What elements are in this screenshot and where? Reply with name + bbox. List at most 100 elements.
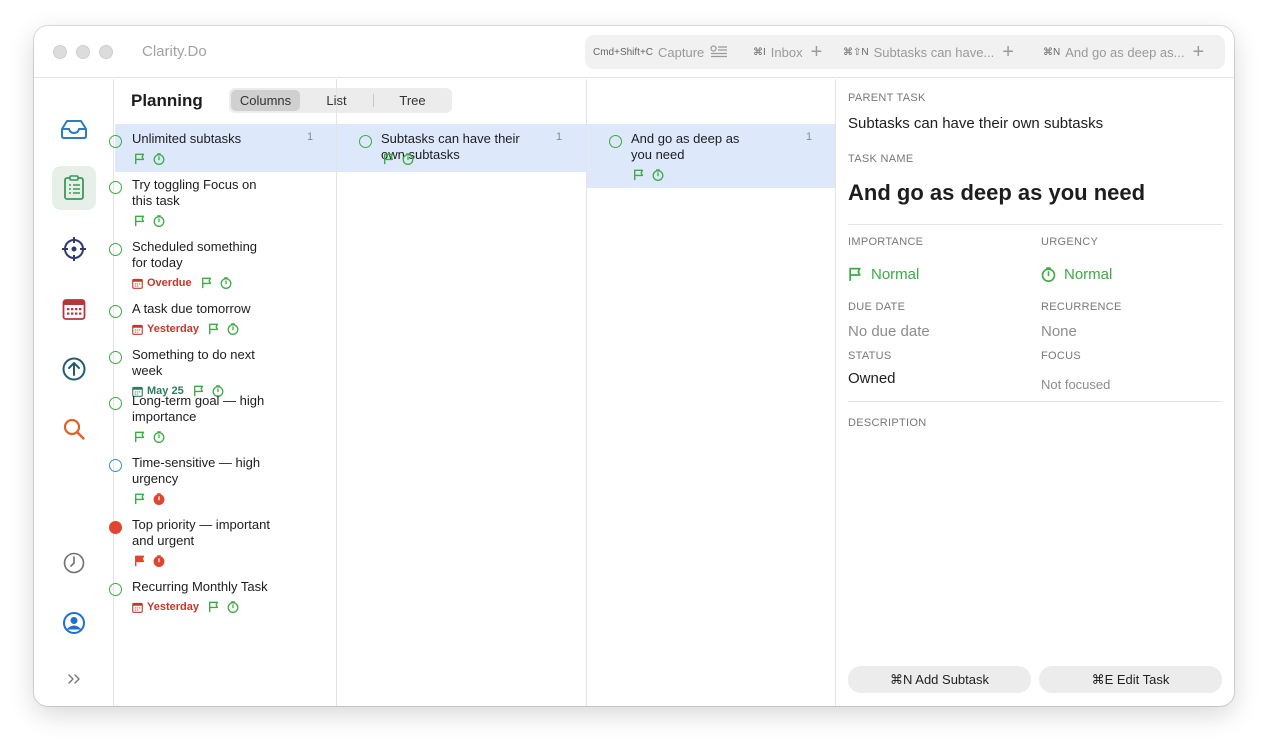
task-row[interactable]: Top priority — important and urgent — [109, 510, 336, 574]
importance-label: IMPORTANCE — [848, 236, 924, 248]
edit-task-button[interactable]: ⌘E Edit Task — [1039, 666, 1222, 693]
chevrons-right-icon — [68, 674, 80, 684]
sidebar-item-inbox[interactable] — [52, 107, 96, 151]
due-date-text: Yesterday — [147, 323, 199, 335]
parent-task-value[interactable]: Subtasks can have their own subtasks — [848, 115, 1103, 132]
status-label: STATUS — [848, 350, 892, 362]
importance-value[interactable]: Normal — [848, 266, 919, 283]
plus-icon[interactable]: + — [1002, 42, 1014, 62]
timer-icon — [153, 493, 165, 505]
view-tree-button[interactable]: Tree — [375, 90, 450, 111]
timer-icon — [153, 555, 165, 567]
task-status-circle[interactable] — [109, 135, 122, 148]
capture-list-icon — [710, 45, 728, 58]
task-row[interactable]: Subtasks can have their own subtasks 1 — [337, 124, 586, 172]
plus-icon[interactable]: + — [1193, 42, 1205, 62]
zoom-window-button[interactable] — [99, 45, 113, 59]
task-title: And go as deep as you need — [631, 131, 740, 162]
task-title: Something to do next week — [132, 347, 255, 378]
crosshair-icon — [62, 237, 86, 261]
task-row[interactable]: Try toggling Focus on this task — [109, 170, 336, 234]
task-row[interactable]: Time-sensitive — high urgency — [109, 448, 336, 512]
flag-icon — [208, 601, 220, 613]
minimize-window-button[interactable] — [76, 45, 90, 59]
task-status-circle[interactable] — [109, 397, 122, 410]
task-meta — [134, 153, 172, 165]
task-row[interactable]: Recurring Monthly Task Yesterday — [109, 572, 336, 620]
task-status-circle[interactable] — [109, 181, 122, 194]
task-title: Recurring Monthly Task — [132, 579, 268, 594]
task-status-circle[interactable] — [609, 135, 622, 148]
task-row[interactable]: Long-term goal — high importance — [109, 386, 336, 450]
calendar-icon — [132, 278, 147, 289]
task-status-circle[interactable] — [109, 243, 122, 256]
plus-icon[interactable]: + — [811, 42, 823, 62]
task-meta — [633, 169, 671, 181]
sidebar-item-upcoming[interactable] — [52, 347, 96, 391]
task-name-value[interactable]: And go as deep as you need — [848, 180, 1145, 206]
sidebar-item-focus[interactable] — [52, 227, 96, 271]
task-status-circle[interactable] — [359, 135, 372, 148]
tab-deep[interactable]: ⌘N And go as deep as... + — [1043, 35, 1204, 69]
view-columns-button[interactable]: Columns — [231, 90, 300, 111]
flag-icon — [134, 153, 146, 165]
app-window: Clarity.Do Cmd+Shift+C Capture ⌘I Inbox … — [34, 26, 1234, 706]
column-divider — [336, 79, 337, 706]
tab-subtasks[interactable]: ⌘⇧N Subtasks can have... + — [843, 35, 1014, 69]
status-value[interactable]: Owned — [848, 370, 896, 387]
search-icon — [63, 418, 85, 440]
due-date-value[interactable]: No due date — [848, 323, 930, 340]
task-status-circle[interactable] — [109, 459, 122, 472]
task-row[interactable]: And go as deep as you need 1 — [587, 124, 835, 188]
arrow-up-circle-icon — [62, 357, 86, 381]
task-row[interactable]: Scheduled something for today Overdue — [109, 232, 336, 296]
parent-task-label: PARENT TASK — [848, 92, 926, 104]
tab-bar: Cmd+Shift+C Capture ⌘I Inbox + ⌘⇧N Subta… — [585, 35, 1225, 69]
recurrence-label: RECURRENCE — [1041, 301, 1122, 313]
divider — [848, 401, 1222, 402]
task-detail-panel: PARENT TASK Subtasks can have their own … — [836, 79, 1234, 706]
task-row[interactable]: A task due tomorrow Yesterday — [109, 294, 336, 342]
due-date-badge: Yesterday — [132, 601, 199, 613]
due-date-badge: Yesterday — [132, 323, 199, 335]
urgency-label: URGENCY — [1041, 236, 1099, 248]
task-meta — [134, 431, 172, 443]
tab-shortcut: ⌘I — [753, 46, 766, 58]
task-title: Long-term goal — high importance — [132, 393, 265, 424]
flag-icon — [849, 267, 861, 281]
tab-capture[interactable]: Cmd+Shift+C Capture — [593, 35, 728, 69]
task-status-circle[interactable] — [109, 305, 122, 318]
flag-icon — [134, 555, 146, 567]
urgency-value[interactable]: Normal — [1041, 266, 1112, 283]
sidebar-expand-button[interactable] — [52, 657, 96, 701]
user-icon — [63, 612, 85, 634]
close-window-button[interactable] — [53, 45, 67, 59]
task-title: Scheduled something for today — [132, 239, 258, 270]
task-meta — [134, 215, 172, 227]
timer-icon — [402, 153, 414, 165]
task-row[interactable]: Unlimited subtasks 1 — [109, 124, 336, 172]
tab-label: Subtasks can have... — [873, 44, 995, 60]
recurrence-value[interactable]: None — [1041, 323, 1077, 340]
task-status-circle[interactable] — [109, 583, 122, 596]
task-meta: Yesterday — [132, 323, 246, 335]
tab-inbox[interactable]: ⌘I Inbox + — [753, 35, 822, 69]
due-date-text: Yesterday — [147, 601, 199, 613]
task-title: A task due tomorrow — [132, 301, 251, 316]
sidebar-item-calendar[interactable] — [52, 287, 96, 331]
app-title: Clarity.Do — [142, 43, 207, 60]
sidebar-item-account[interactable] — [52, 601, 96, 645]
focus-value[interactable]: Not focused — [1041, 377, 1110, 392]
divider — [373, 94, 374, 107]
sidebar-item-planning[interactable] — [52, 166, 96, 210]
add-subtask-button[interactable]: ⌘N Add Subtask — [848, 666, 1031, 693]
task-title: Try toggling Focus on this task — [132, 177, 257, 208]
flag-icon — [633, 169, 645, 181]
sidebar-item-history[interactable] — [52, 541, 96, 585]
timer-icon — [153, 431, 165, 443]
due-date-label: DUE DATE — [848, 301, 906, 313]
task-status-circle[interactable] — [109, 351, 122, 364]
subtask-count: 1 — [556, 131, 563, 143]
sidebar-item-search[interactable] — [52, 407, 96, 451]
task-status-circle[interactable] — [109, 521, 122, 534]
